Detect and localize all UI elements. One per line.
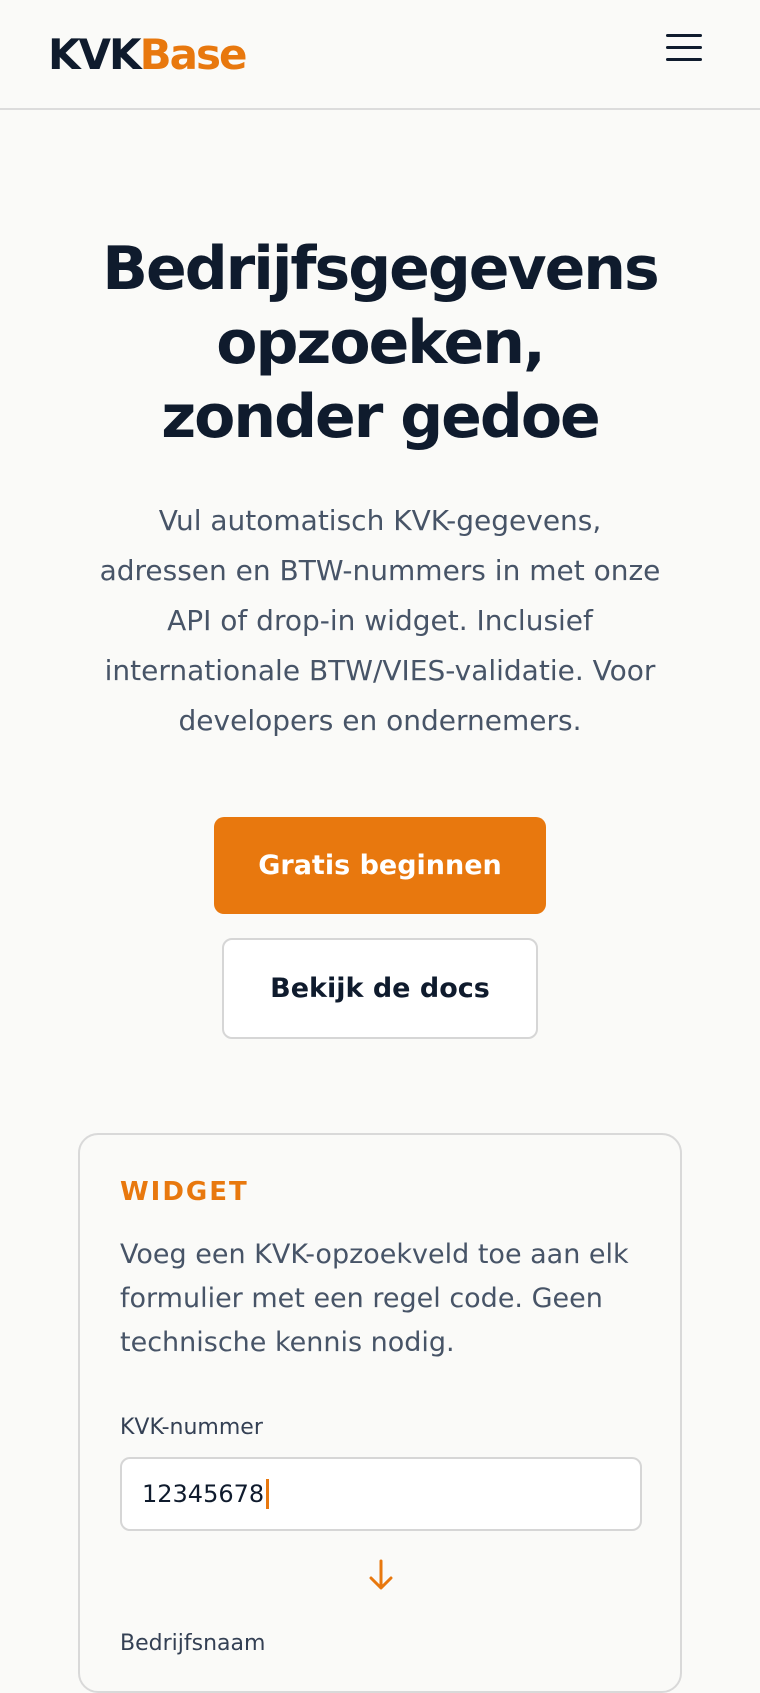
hero-subtitle-line-2: adressen en BTW-nummers in met onze [99,554,661,587]
hero-title-line-2: opzoeken, [216,308,546,378]
widget-description-line-2: formulier met een regel code. Geen [120,1283,603,1314]
logo-base-text: Base [139,30,248,79]
logo[interactable]: KVKBase [48,30,248,80]
view-docs-button[interactable]: Bekijk de docs [222,938,538,1039]
logo-kvk-text: KVK [48,30,142,79]
hero-subtitle-line-3: API of drop-in widget. Inclusief [167,604,593,637]
hero-title-line-3: zonder gedoe [161,382,600,452]
widget-card: WIDGET Voeg een KVK-opzoekveld toe aan e… [78,1133,682,1693]
widget-description-line-3: technische kennis nodig. [120,1327,455,1358]
kvk-number-value: 12345678 [142,1480,265,1508]
company-name-label: Bedrijfsnaam [120,1631,266,1656]
site-header: KVKBase [0,0,760,110]
hero-subtitle-line-4: internationale BTW/VIES-validatie. Voor [104,654,656,687]
hamburger-menu-icon[interactable] [664,34,704,66]
kvk-number-input[interactable]: 12345678 [120,1457,642,1531]
start-free-button[interactable]: Gratis beginnen [214,817,546,914]
hero-subtitle: Vul automatisch KVK-gegevens, adressen e… [80,496,680,746]
arrow-down-icon [369,1559,393,1590]
hero-title-line-1: Bedrijfsgegevens [102,234,659,304]
hero-subtitle-line-5: developers en ondernemers. [178,704,582,737]
widget-description: Voeg een KVK-opzoekveld toe aan elk form… [120,1233,660,1365]
widget-description-line-1: Voeg een KVK-opzoekveld toe aan elk [120,1239,629,1270]
text-caret [266,1479,270,1509]
hero-subtitle-line-1: Vul automatisch KVK-gegevens, [158,504,602,537]
widget-label: WIDGET [120,1177,249,1207]
kvk-number-label: KVK-nummer [120,1415,263,1440]
hero-title: Bedrijfsgegevens opzoeken, zonder gedoe [0,232,760,454]
